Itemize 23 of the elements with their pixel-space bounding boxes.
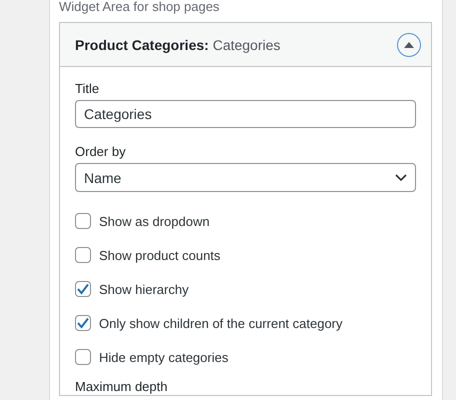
checkmark-icon (76, 283, 90, 295)
checkbox[interactable] (75, 349, 91, 365)
triangle-up-icon (404, 42, 414, 48)
field-label: Order by (75, 144, 127, 160)
area-description: Widget Area for shop pages (59, 0, 220, 14)
option-label: Show hierarchy (99, 282, 189, 296)
order-select[interactable]: Name (75, 163, 416, 192)
option-label: Show as dropdown (99, 214, 210, 228)
title-field[interactable]: Categories (75, 100, 416, 128)
option-label: Hide empty categories (99, 350, 228, 364)
option-label: Show product counts (99, 248, 220, 262)
chevron-down-icon (395, 174, 407, 182)
checkmark-icon (76, 317, 90, 329)
collapse-toggle[interactable] (397, 32, 421, 56)
field-label: Maximum depth (75, 379, 168, 395)
widget-title: Product Categories: Categories (75, 36, 280, 52)
checkbox[interactable] (75, 247, 91, 263)
checkbox[interactable] (75, 281, 91, 297)
checkbox[interactable] (75, 213, 91, 229)
checkbox[interactable] (75, 315, 91, 331)
option-label: Only show children of the current category (99, 316, 343, 330)
widget-header[interactable]: Product Categories: Categories (60, 23, 431, 67)
field-label: Title (75, 81, 100, 97)
